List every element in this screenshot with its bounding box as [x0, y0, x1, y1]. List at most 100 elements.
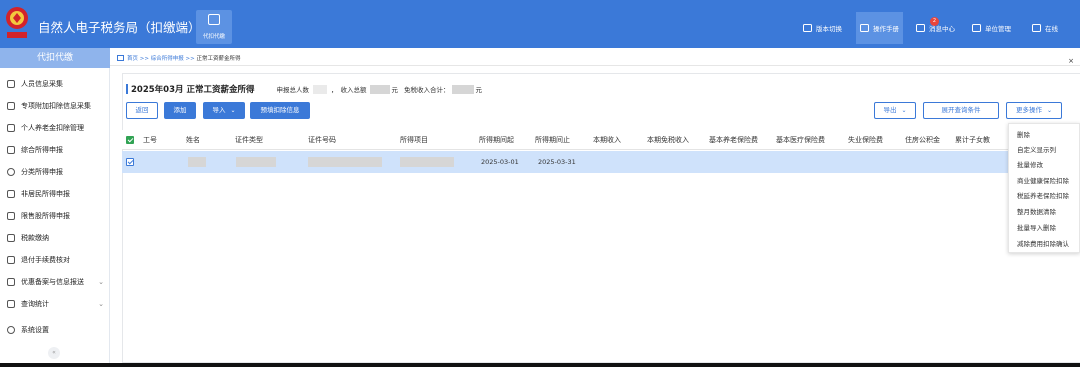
app-window: 自然人电子税务局（扣缴端） 代扣代缴 版本切换 操作手册 2 消息中心 单位管理…	[0, 0, 1080, 367]
sidebar-item-pension[interactable]: 个人养老金扣除管理	[0, 117, 110, 139]
col-unemployment-insurance[interactable]: 失业保险费	[848, 130, 883, 150]
more-actions-menu: 删除 自定义显示列 批量修改 商业健康保险扣除 税延养老保险扣除 整月数据清除 …	[1008, 123, 1080, 253]
menu-item-health-insurance[interactable]: 商业健康保险扣除	[1017, 174, 1069, 188]
select-all-checkbox[interactable]	[126, 136, 134, 144]
nav-manual-label: 操作手册	[873, 25, 899, 33]
total-people-label: 申报总人数	[276, 86, 309, 94]
sidebar-item-personnel-info[interactable]: 人员信息采集	[0, 73, 110, 95]
menu-item-batch-import-delete[interactable]: 批量导入删除	[1017, 221, 1056, 235]
sidebar-item-fee-refund[interactable]: 退付手续费核对	[0, 249, 110, 271]
col-medical-insurance[interactable]: 基本医疗保险费	[776, 130, 825, 150]
person-icon	[7, 190, 15, 198]
close-icon[interactable]: ×	[1068, 54, 1074, 68]
redacted-value	[452, 84, 475, 94]
col-pension-insurance[interactable]: 基本养老保险费	[709, 130, 758, 150]
nav-online-label: 在线	[1045, 25, 1058, 33]
sidebar-item-preferential-filing[interactable]: 优惠备案与信息报送 ⌄	[0, 271, 110, 293]
breadcrumb-comprehensive[interactable]: 综合所得申报	[151, 56, 184, 62]
page-title: 2025年03月 正常工资薪金所得	[131, 85, 255, 95]
nav-unit-management[interactable]: 单位管理	[972, 20, 1011, 36]
redacted-value	[312, 84, 327, 94]
menu-item-custom-columns[interactable]: 自定义显示列	[1017, 143, 1056, 157]
col-housing-fund[interactable]: 住房公积金	[905, 130, 940, 150]
chevron-down-icon: ⌄	[1046, 107, 1053, 114]
collapse-sidebar-button[interactable]: «	[48, 347, 60, 359]
sidebar-item-non-resident[interactable]: 非居民所得申报	[0, 183, 110, 205]
sidebar-item-label: 人员信息采集	[21, 80, 63, 88]
col-id-type[interactable]: 证件类型	[235, 130, 263, 150]
wallet-icon	[7, 234, 15, 242]
chart-icon	[7, 212, 15, 220]
col-period-start[interactable]: 所得期间起	[479, 130, 514, 150]
period-end-cell: 2025-03-31	[538, 158, 576, 166]
menu-item-deduction-confirm[interactable]: 减除费用扣除确认	[1017, 237, 1069, 251]
breadcrumb-home[interactable]: 首页	[127, 56, 138, 62]
nav-message-center[interactable]: 2 消息中心	[916, 17, 955, 36]
nav-online[interactable]: 在线	[1032, 20, 1058, 36]
more-actions-dropdown[interactable]: 更多操作 ⌄	[1006, 102, 1062, 119]
import-dropdown[interactable]: 导入 ⌄	[203, 102, 245, 119]
table-row[interactable]: 2025-03-01 2025-03-31	[122, 151, 1080, 173]
prefill-deduction-button[interactable]: 预填扣除信息	[250, 102, 310, 119]
title-accent	[126, 84, 128, 94]
sidebar-item-comprehensive-income[interactable]: 综合所得申报	[0, 139, 110, 161]
col-id-number[interactable]: 证件号码	[308, 130, 336, 150]
col-name[interactable]: 姓名	[186, 130, 200, 150]
row-checkbox[interactable]	[126, 158, 134, 166]
menu-item-clear-month[interactable]: 整月数据清除	[1017, 205, 1056, 219]
top-bar: 自然人电子税务局（扣缴端） 代扣代缴 版本切换 操作手册 2 消息中心 单位管理…	[0, 0, 1080, 48]
sidebar-item-restricted-shares[interactable]: 限售股所得申报	[0, 205, 110, 227]
page-header: 2025年03月 正常工资薪金所得 申报总人数 ， 收入总额 元 免税收入合计：…	[126, 83, 482, 95]
col-child-education[interactable]: 累计子女教	[955, 130, 990, 150]
total-income-label: 收入总额	[340, 86, 367, 94]
redacted-value	[370, 84, 391, 94]
sidebar-item-special-deduction[interactable]: 专项附加扣除信息采集	[0, 95, 110, 117]
sidebar-item-label: 限售股所得申报	[21, 212, 70, 220]
manual-icon	[860, 24, 869, 32]
back-button[interactable]: 返回	[126, 102, 158, 119]
doc-icon	[7, 278, 15, 286]
nav-manual[interactable]: 操作手册	[856, 12, 903, 44]
sidebar-item-label: 税款缴纳	[21, 234, 49, 242]
wallet-icon	[208, 14, 220, 25]
col-employee-id[interactable]: 工号	[143, 130, 157, 150]
tab-withholding[interactable]: 代扣代缴	[196, 10, 232, 44]
sidebar-item-classified-income[interactable]: 分类所得申报	[0, 161, 110, 183]
chevron-down-icon: ⌄	[98, 278, 104, 286]
app-title: 自然人电子税务局（扣缴端）	[38, 20, 201, 35]
search-icon	[7, 300, 15, 308]
sidebar-item-label: 优惠备案与信息报送	[21, 278, 84, 286]
col-tax-free-income[interactable]: 本期免税收入	[647, 130, 689, 150]
import-label: 导入	[212, 106, 226, 114]
expand-query-button[interactable]: 展开查询条件	[923, 102, 999, 119]
switch-icon	[803, 24, 812, 32]
wallet-icon	[7, 124, 15, 132]
menu-item-delete[interactable]: 删除	[1017, 128, 1030, 142]
pie-icon	[7, 168, 15, 176]
message-icon	[916, 24, 925, 32]
home-icon	[117, 55, 124, 61]
sidebar-item-label: 综合所得申报	[21, 146, 63, 154]
tax-free-income-label: 免税收入合计：	[403, 86, 450, 94]
sidebar-item-query-stats[interactable]: 查询统计 ⌄	[0, 293, 110, 315]
currency-unit: 元	[475, 86, 482, 94]
sidebar-item-system-settings[interactable]: 系统设置	[0, 319, 110, 341]
chevron-down-icon: ⌄	[98, 300, 104, 308]
col-current-income[interactable]: 本期收入	[593, 130, 621, 150]
export-dropdown[interactable]: 导出 ⌄	[874, 102, 916, 119]
building-icon	[972, 24, 981, 32]
sidebar-item-label: 非居民所得申报	[21, 190, 70, 198]
menu-item-batch-edit[interactable]: 批量修改	[1017, 158, 1043, 172]
redacted-value	[188, 157, 206, 167]
sidebar-item-label: 查询统计	[21, 300, 49, 308]
menu-item-pension-deduction[interactable]: 税延养老保险扣除	[1017, 189, 1069, 203]
gear-icon	[7, 326, 15, 334]
col-period-end[interactable]: 所得期间止	[535, 130, 570, 150]
export-label: 导出	[883, 106, 897, 114]
col-income-item[interactable]: 所得项目	[400, 130, 428, 150]
sidebar-item-tax-payment[interactable]: 税款缴纳	[0, 227, 110, 249]
nav-version-switch[interactable]: 版本切换	[803, 20, 842, 36]
report-icon	[7, 146, 15, 154]
sidebar: 人员信息采集 专项附加扣除信息采集 个人养老金扣除管理 综合所得申报 分类所得申…	[0, 68, 110, 363]
add-button[interactable]: 添加	[164, 102, 196, 119]
